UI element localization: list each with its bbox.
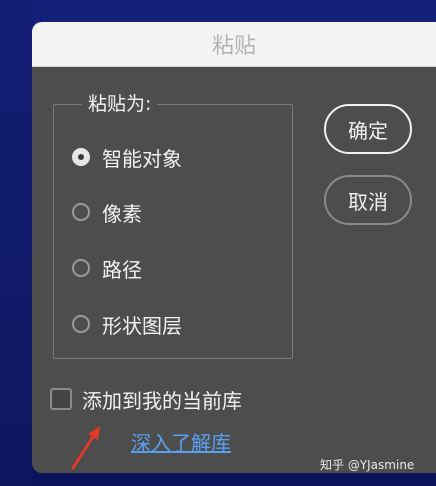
dialog-title: 粘贴 <box>211 34 256 59</box>
radio-label: 智能对象 <box>102 146 182 171</box>
radio-option-pixels[interactable]: 像素 <box>72 197 142 227</box>
radio-unselected-icon[interactable] <box>72 203 90 221</box>
radio-label: 路径 <box>102 257 142 282</box>
radio-selected-icon[interactable] <box>72 148 90 166</box>
add-to-library-option[interactable]: 添加到我的当前库 <box>50 384 242 414</box>
ok-button[interactable]: 确定 <box>324 104 412 154</box>
cancel-button[interactable]: 取消 <box>324 175 412 225</box>
paste-as-label: 粘贴为: <box>82 91 158 117</box>
desktop-background <box>0 0 32 486</box>
paste-dialog: 粘贴 粘贴为: 智能对象 像素 路径 形状图层 确定 取消 添加到我的当前库 深… <box>32 22 436 473</box>
radio-label: 像素 <box>102 201 142 226</box>
checkbox-unchecked-icon[interactable] <box>50 388 72 410</box>
learn-more-library-link[interactable]: 深入了解库 <box>131 427 231 456</box>
radio-option-path[interactable]: 路径 <box>72 253 142 283</box>
dialog-titlebar: 粘贴 <box>32 22 436 67</box>
watermark: 知乎 @YJasmine <box>320 458 415 472</box>
radio-unselected-icon[interactable] <box>72 315 90 333</box>
radio-option-shape-layer[interactable]: 形状图层 <box>72 309 182 339</box>
radio-unselected-icon[interactable] <box>72 259 90 277</box>
radio-option-smart-object[interactable]: 智能对象 <box>72 142 182 172</box>
checkbox-label: 添加到我的当前库 <box>82 388 242 413</box>
red-arrow-icon <box>71 426 100 470</box>
radio-label: 形状图层 <box>102 313 182 338</box>
